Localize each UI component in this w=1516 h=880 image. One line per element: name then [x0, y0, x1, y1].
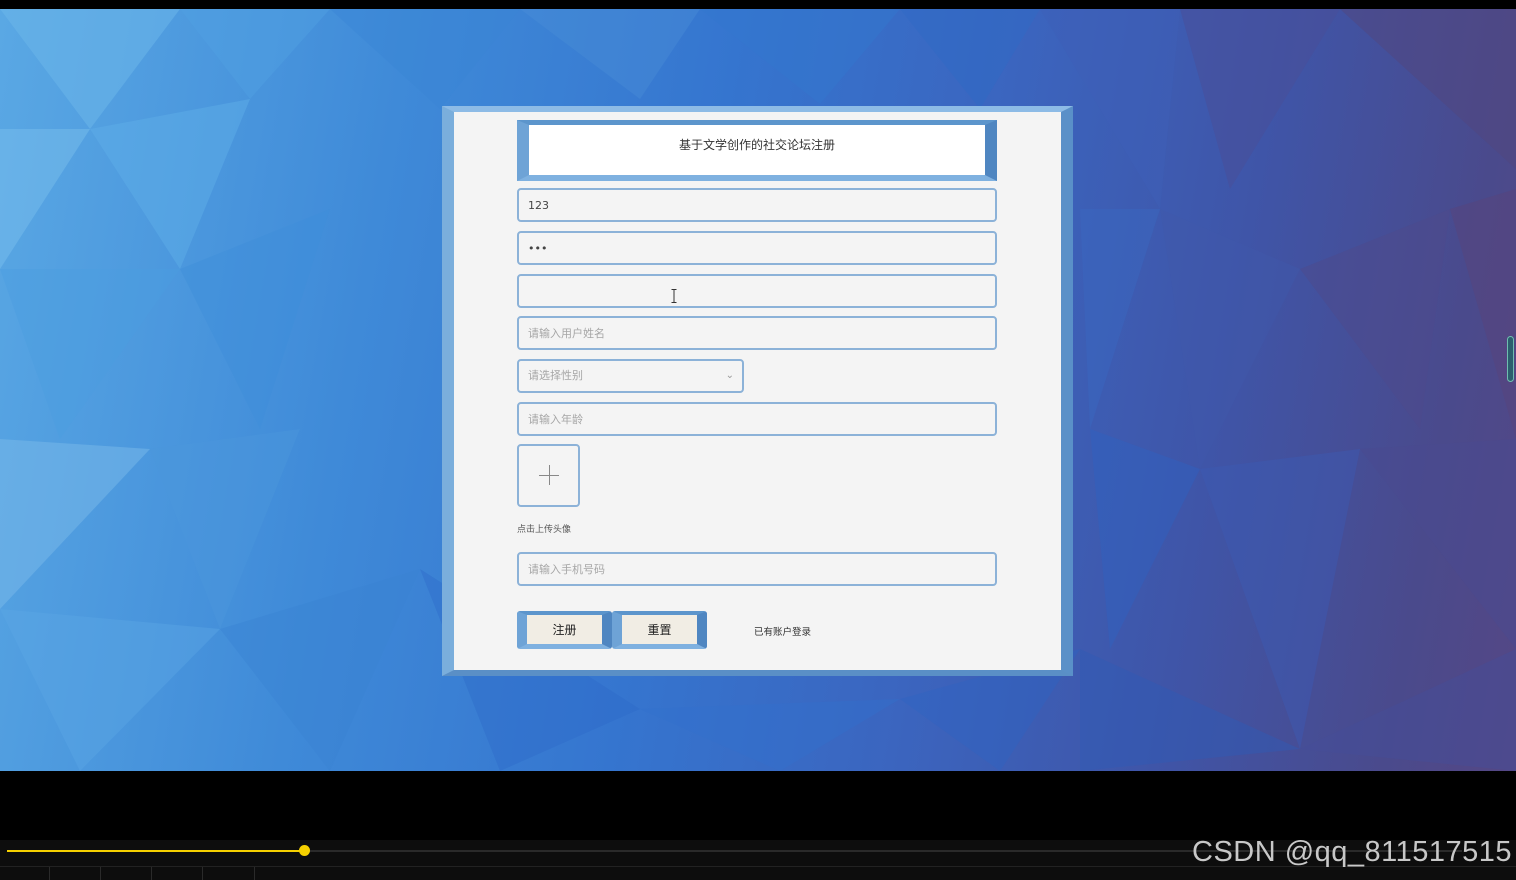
reset-button[interactable]: 重置 [612, 611, 707, 649]
username-input[interactable] [517, 188, 997, 222]
register-card: 基于文学创作的社交论坛注册 请选择性别 ⌄ 点击上传头像 注册 重置 已有账户登… [442, 106, 1073, 676]
password-input[interactable] [517, 231, 997, 265]
text-cursor-icon [671, 289, 677, 303]
login-link[interactable]: 已有账户登录 [754, 624, 811, 638]
fullname-input[interactable] [517, 316, 997, 350]
control-slot-4[interactable] [152, 867, 203, 880]
control-slot-1[interactable] [0, 867, 50, 880]
avatar-upload-label: 点击上传头像 [517, 525, 572, 535]
avatar-upload-button[interactable] [517, 444, 580, 507]
gender-select-placeholder: 请选择性别 [528, 369, 583, 382]
watermark: CSDN @qq_811517515 [1192, 836, 1513, 868]
age-input[interactable] [517, 402, 997, 436]
confirm-password-input[interactable] [517, 274, 997, 308]
page-scrollbar[interactable] [1507, 336, 1514, 382]
control-slot-2[interactable] [50, 867, 101, 880]
plus-icon-vertical [549, 465, 550, 485]
page-title: 基于文学创作的社交论坛注册 [678, 138, 835, 152]
top-letterbox [0, 0, 1516, 9]
control-slot-5[interactable] [203, 867, 255, 880]
register-panel: 基于文学创作的社交论坛注册 请选择性别 ⌄ 点击上传头像 注册 重置 已有账户登… [454, 112, 1061, 670]
control-slot-3[interactable] [101, 867, 152, 880]
video-progress-handle[interactable] [298, 845, 310, 856]
title-box: 基于文学创作的社交论坛注册 [517, 120, 997, 181]
video-progress-fill [7, 850, 304, 852]
register-button[interactable]: 注册 [517, 611, 612, 649]
gender-select[interactable]: 请选择性别 ⌄ [517, 359, 744, 393]
chevron-down-icon: ⌄ [725, 370, 734, 381]
phone-input[interactable] [517, 552, 997, 586]
